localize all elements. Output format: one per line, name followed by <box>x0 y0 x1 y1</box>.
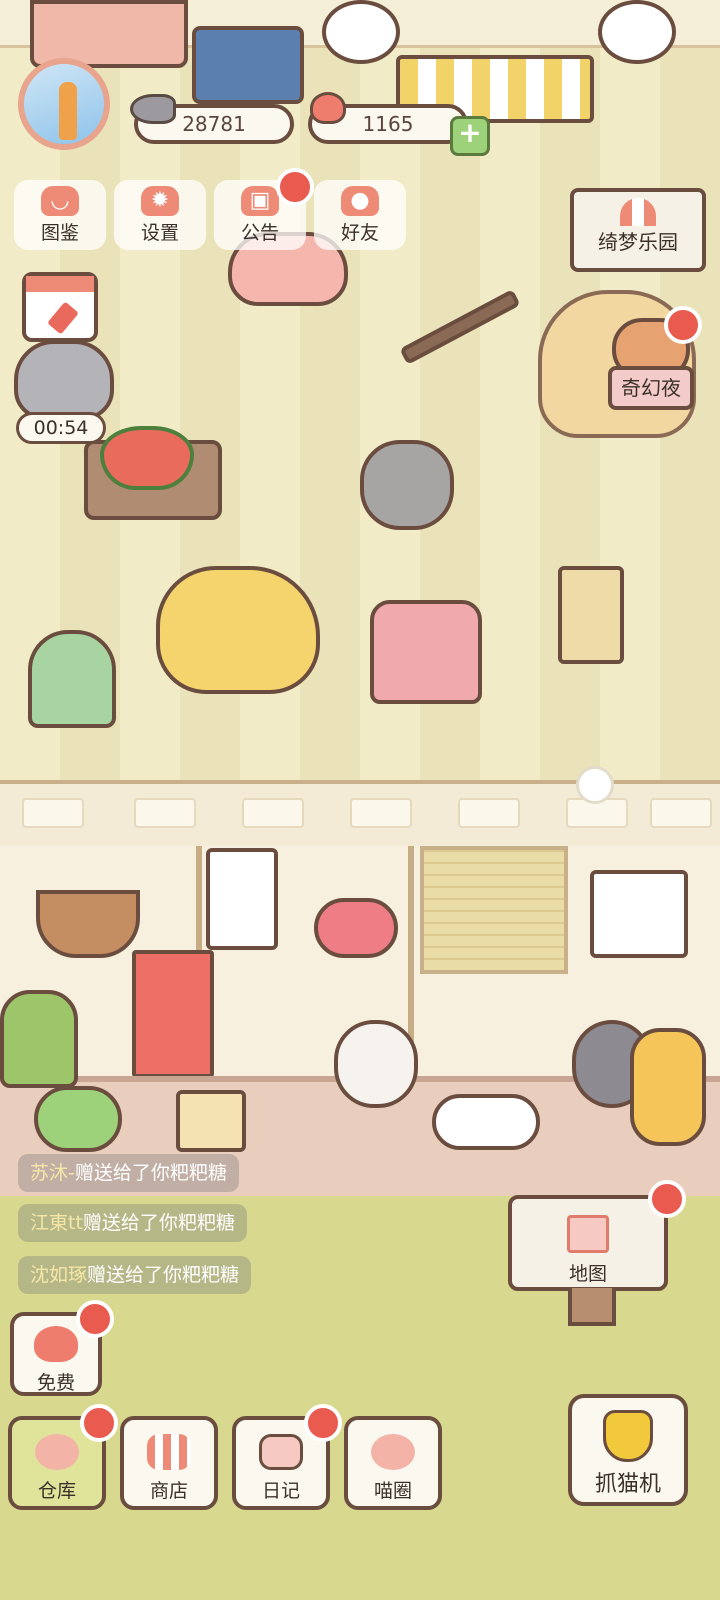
daily-checkin-calendar[interactable] <box>22 272 98 342</box>
chat-message: 沈如琢赠送给了你粑粑糖 <box>18 1256 252 1294</box>
hanging-flower-banner[interactable] <box>590 870 688 958</box>
bamboo-blind <box>420 846 568 974</box>
add-hearts-button[interactable]: + <box>450 116 490 156</box>
blue-cushion <box>192 26 304 104</box>
calendar-header <box>26 276 94 292</box>
heart-icon <box>34 1326 78 1362</box>
bunny-slippers[interactable] <box>432 1094 540 1150</box>
house-icon <box>567 1215 609 1253</box>
circus-tent-icon <box>620 198 656 226</box>
cat-head-icon: ◡ <box>41 186 79 216</box>
free-notification-dot <box>76 1300 114 1338</box>
nest-notification-dot <box>664 306 702 344</box>
window-frame <box>30 0 188 68</box>
fish-amount: 28781 <box>182 112 246 136</box>
gear-icon: ✹ <box>141 186 179 216</box>
cat-scroll-poster[interactable] <box>206 848 278 950</box>
banner-flag[interactable] <box>132 950 214 1078</box>
dream-park-sign[interactable]: 绮梦乐园 <box>570 188 706 272</box>
plant-teacup[interactable] <box>28 630 116 728</box>
storage-icon <box>35 1434 79 1470</box>
dream-park-label: 绮梦乐园 <box>598 230 678 254</box>
player-avatar[interactable] <box>18 58 110 150</box>
scratching-post[interactable] <box>558 566 624 664</box>
heart-icon <box>310 92 346 124</box>
menu-collection[interactable]: ◡ 图鉴 <box>14 180 106 250</box>
map-notification-dot <box>648 1180 686 1218</box>
pen-icon <box>47 301 79 335</box>
chat-message: 江東tt赠送给了你粑粑糖 <box>18 1204 247 1242</box>
chat-message: 苏沐-赠送给了你粑粑糖 <box>18 1154 239 1192</box>
bean-bag[interactable] <box>156 566 320 694</box>
diary-notification-dot <box>304 1404 342 1442</box>
menu-settings[interactable]: ✹ 设置 <box>114 180 206 250</box>
frog-cat[interactable] <box>34 1086 122 1152</box>
heart-sign[interactable] <box>314 898 398 958</box>
hearts-amount: 1165 <box>362 112 414 136</box>
nav-shop[interactable]: 商店 <box>120 1416 218 1510</box>
bunny-npc-1[interactable] <box>322 0 400 64</box>
signpost-leg <box>568 1288 616 1326</box>
fish-icon <box>130 94 176 124</box>
hanging-flower-basket[interactable] <box>36 890 140 958</box>
storage-notification-dot <box>80 1404 118 1442</box>
watermelon-slice[interactable] <box>100 426 194 490</box>
friends-icon: ● <box>341 186 379 216</box>
sunflower-pot[interactable] <box>630 1028 706 1146</box>
game-scene: 00:54 绮梦乐园 奇幻夜 28781 1165 + ◡ 图鉴 ✹ 设置 ▣ … <box>0 0 720 1600</box>
shop-icon <box>147 1434 191 1470</box>
room-scroll-handle[interactable] <box>576 766 614 804</box>
gift-icon: ▣ <box>241 186 279 216</box>
event-timer: 00:54 <box>16 412 106 444</box>
diary-icon <box>259 1434 303 1470</box>
claw-icon <box>603 1410 653 1462</box>
fantasy-night-tag[interactable]: 奇幻夜 <box>608 366 694 410</box>
menu-friends[interactable]: ● 好友 <box>314 180 406 250</box>
frog-plant[interactable] <box>0 990 78 1088</box>
pink-backpack[interactable] <box>370 600 482 704</box>
nav-cat-circle[interactable]: 喵圈 <box>344 1416 442 1510</box>
flower-pot[interactable] <box>176 1090 246 1152</box>
owl-cat-white[interactable] <box>334 1020 418 1108</box>
mouse-cat[interactable] <box>360 440 454 530</box>
claw-machine-button[interactable]: 抓猫机 <box>568 1394 688 1506</box>
avatar-bottle <box>59 82 77 140</box>
map-button[interactable]: 地图 <box>508 1195 668 1291</box>
bunny-npc-2[interactable] <box>598 0 676 64</box>
announcement-notification-dot <box>276 168 314 206</box>
mouse-event-avatar[interactable] <box>14 340 114 420</box>
planet-cat-icon <box>371 1434 415 1470</box>
